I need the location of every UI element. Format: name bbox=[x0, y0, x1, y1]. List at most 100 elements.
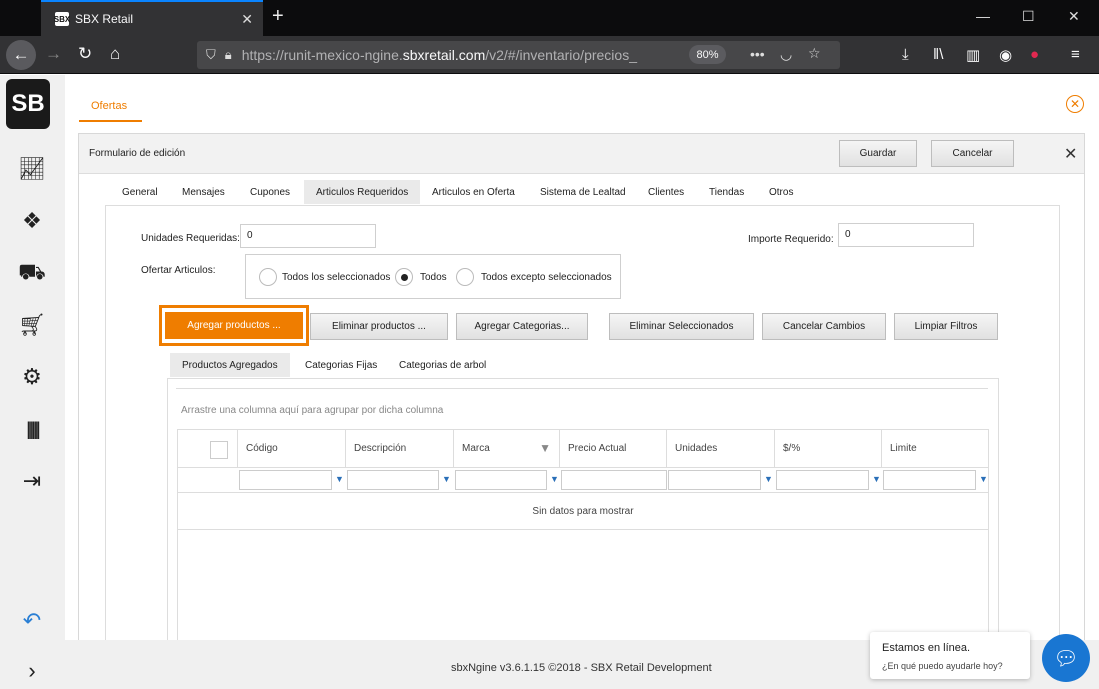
col-precio-actual[interactable]: Precio Actual bbox=[560, 430, 667, 467]
radio-todos-excepto[interactable] bbox=[456, 268, 474, 286]
truck-icon[interactable]: ⛟ bbox=[16, 259, 48, 287]
tab-tiendas[interactable]: Tiendas bbox=[697, 180, 756, 204]
tab-sistema-lealtad[interactable]: Sistema de Lealtad bbox=[528, 180, 638, 204]
ofertar-radio-group: Todos los seleccionados Todos Todos exce… bbox=[245, 254, 621, 299]
close-tab-icon[interactable]: ✕ bbox=[241, 11, 253, 28]
logout-icon[interactable]: ⇥ bbox=[16, 467, 48, 495]
col-codigo[interactable]: Código bbox=[238, 430, 346, 467]
filter-icon[interactable]: ▼ bbox=[979, 474, 988, 484]
filter-input-limite[interactable] bbox=[883, 470, 976, 490]
form-close-icon[interactable]: ✕ bbox=[1064, 144, 1077, 164]
filter-input-descripcion[interactable] bbox=[347, 470, 439, 490]
home-icon[interactable]: ⌂ bbox=[110, 44, 120, 64]
chat-title: Estamos en línea. bbox=[882, 642, 971, 654]
col-limite[interactable]: Limite bbox=[882, 430, 988, 467]
cancel-changes-button[interactable]: Cancelar Cambios bbox=[762, 313, 886, 340]
forward-icon[interactable]: → bbox=[45, 44, 62, 64]
grid-divider bbox=[176, 388, 988, 389]
account-icon[interactable]: ◉ bbox=[999, 46, 1012, 64]
tab-articulos-requeridos[interactable]: Articulos Requeridos bbox=[304, 180, 421, 204]
back-icon[interactable]: ← bbox=[6, 40, 36, 70]
clear-filters-button[interactable]: Limpiar Filtros bbox=[894, 313, 998, 340]
chat-subtitle: ¿En qué puedo ayudarle hoy? bbox=[882, 661, 1003, 671]
tab-productos-agregados[interactable]: Productos Agregados bbox=[170, 353, 290, 377]
minimize-icon[interactable]: — bbox=[976, 8, 990, 24]
bookmark-star-icon[interactable]: ☆ bbox=[808, 45, 821, 62]
tab-cupones[interactable]: Cupones bbox=[238, 180, 302, 204]
maximize-icon[interactable]: ☐ bbox=[1022, 8, 1035, 25]
more-icon[interactable]: ••• bbox=[750, 46, 765, 62]
importe-label: Importe Requerido: bbox=[748, 234, 834, 245]
window-close-icon[interactable]: ✕ bbox=[1068, 8, 1080, 25]
browser-navbar: ← → ↻ ⌂ ⛉ 🔒︎ https://runit-mexico-ngine.… bbox=[0, 36, 1099, 74]
lock-icon: 🔒︎ bbox=[224, 47, 232, 62]
tab-ofertas[interactable]: Ofertas bbox=[91, 100, 127, 112]
select-all-checkbox[interactable] bbox=[210, 441, 228, 459]
radio-label-todos: Todos bbox=[420, 272, 447, 283]
filter-input-porcentaje[interactable] bbox=[776, 470, 869, 490]
filter-icon[interactable]: ▼ bbox=[550, 474, 559, 484]
filter-row: ▼ ▼ ▼ ▼ ▼ ▼ bbox=[178, 467, 988, 493]
extension-icon[interactable]: ● bbox=[1030, 46, 1039, 63]
tab-articulos-oferta[interactable]: Articulos en Oferta bbox=[420, 180, 527, 204]
url-prefix: https://runit-mexico-ngine. bbox=[241, 47, 403, 63]
gear-icon[interactable]: ⚙ bbox=[16, 363, 48, 391]
filter-icon[interactable]: ▼ bbox=[872, 474, 881, 484]
add-products-button[interactable]: Agregar productos ... bbox=[165, 312, 303, 339]
cancel-button[interactable]: Cancelar bbox=[931, 140, 1014, 167]
sidebar-toggle-icon[interactable]: ▥ bbox=[966, 46, 980, 64]
tab-categorias-fijas[interactable]: Categorias Fijas bbox=[293, 353, 389, 377]
filter-input-unidades[interactable] bbox=[668, 470, 761, 490]
remove-products-button[interactable]: Eliminar productos ... bbox=[310, 313, 448, 340]
radio-todos-seleccionados[interactable] bbox=[259, 268, 277, 286]
col-marca[interactable]: Marca ▼ bbox=[454, 430, 560, 467]
add-categories-button[interactable]: Agregar Categorias... bbox=[456, 313, 588, 340]
menu-icon[interactable]: ≡ bbox=[1071, 46, 1080, 63]
col-descripcion[interactable]: Descripción bbox=[346, 430, 454, 467]
unidades-input[interactable]: 0 bbox=[240, 224, 376, 248]
select-column bbox=[178, 430, 238, 467]
browser-tab[interactable]: SBX SBX Retail ✕ bbox=[41, 0, 263, 36]
filter-funnel-icon[interactable]: ▼ bbox=[539, 441, 551, 455]
filter-input-marca[interactable] bbox=[455, 470, 547, 490]
tab-categorias-arbol[interactable]: Categorias de arbol bbox=[387, 353, 498, 377]
url-suffix: /v2/#/inventario/precios_ bbox=[485, 47, 637, 63]
download-icon[interactable]: ⤓ bbox=[902, 46, 909, 63]
browser-titlebar: SBX SBX Retail ✕ + — ☐ ✕ bbox=[0, 0, 1099, 36]
chat-bubble-icon[interactable]: 💬︎ bbox=[1042, 634, 1090, 682]
filter-icon[interactable]: ▼ bbox=[335, 474, 344, 484]
reload-icon[interactable]: ↻ bbox=[78, 44, 92, 64]
chat-popup[interactable]: Estamos en línea. ¿En qué puedo ayudarle… bbox=[870, 632, 1030, 679]
pocket-icon[interactable]: ◡ bbox=[780, 46, 792, 63]
remove-selected-button[interactable]: Eliminar Seleccionados bbox=[609, 313, 754, 340]
url-bar[interactable]: ⛉ 🔒︎ https://runit-mexico-ngine.sbxretai… bbox=[197, 41, 840, 69]
importe-input[interactable]: 0 bbox=[838, 223, 974, 247]
tab-mensajes[interactable]: Mensajes bbox=[170, 180, 237, 204]
col-unidades[interactable]: Unidades bbox=[667, 430, 775, 467]
new-tab-icon[interactable]: + bbox=[272, 5, 284, 28]
filter-icon[interactable]: ▼ bbox=[764, 474, 773, 484]
barcode-icon[interactable]: ||||||| bbox=[16, 415, 48, 443]
tab-otros[interactable]: Otros bbox=[757, 180, 805, 204]
cart-icon[interactable]: 🛒︎ bbox=[16, 311, 48, 339]
tab-general[interactable]: General bbox=[110, 180, 170, 204]
articulos-requeridos-panel: Unidades Requeridas: 0 Importe Requerido… bbox=[105, 205, 1060, 651]
radio-label-seleccionados: Todos los seleccionados bbox=[282, 272, 391, 283]
save-button[interactable]: Guardar bbox=[839, 140, 917, 167]
unidades-label: Unidades Requeridas: bbox=[141, 233, 240, 244]
tab-clientes[interactable]: Clientes bbox=[636, 180, 696, 204]
close-circle-icon[interactable]: ✕ bbox=[1066, 95, 1084, 113]
library-icon[interactable]: ‖\ bbox=[933, 46, 943, 63]
radio-todos[interactable] bbox=[395, 268, 413, 286]
filter-input-codigo[interactable] bbox=[239, 470, 332, 490]
zoom-badge[interactable]: 80% bbox=[689, 45, 726, 64]
filter-icon[interactable]: ▼ bbox=[442, 474, 451, 484]
url-text: https://runit-mexico-ngine.sbxretail.com… bbox=[242, 47, 642, 63]
radio-label-excepto: Todos excepto seleccionados bbox=[481, 272, 612, 283]
chart-icon[interactable]: 📈︎ bbox=[16, 155, 48, 183]
expand-chevron-icon[interactable]: › bbox=[16, 657, 48, 685]
col-porcentaje[interactable]: $/% bbox=[775, 430, 882, 467]
undo-icon[interactable]: ↶ bbox=[16, 607, 48, 635]
filter-input-precio[interactable] bbox=[561, 470, 667, 490]
dropbox-icon[interactable]: ❖ bbox=[16, 207, 48, 235]
